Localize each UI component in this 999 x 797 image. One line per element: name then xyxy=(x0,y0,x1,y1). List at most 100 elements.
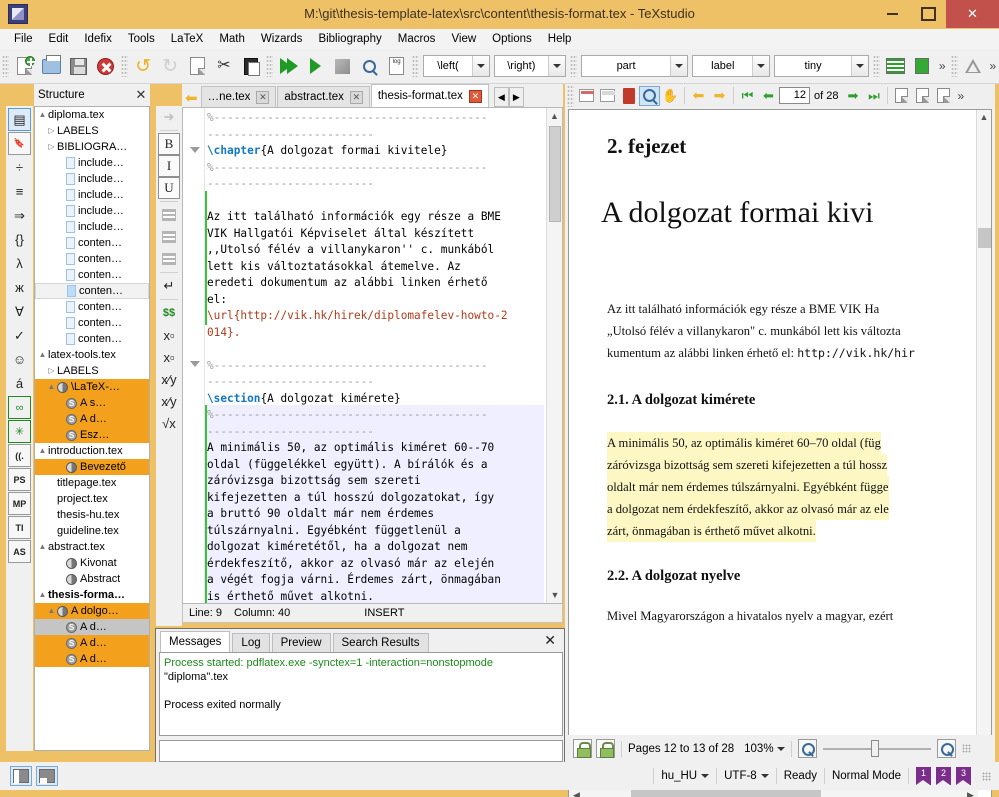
align-center-button[interactable] xyxy=(158,226,180,248)
implies-symbols-icon[interactable]: ⇒ xyxy=(8,204,31,227)
structure-node[interactable]: conten… xyxy=(35,331,149,347)
structure-node[interactable]: conten… xyxy=(35,299,149,315)
tab-preview[interactable]: Preview xyxy=(271,633,331,652)
tab-abstract-tex[interactable]: abstract.tex ✕ xyxy=(277,86,370,107)
zoom-out-button[interactable] xyxy=(797,739,817,758)
twisty-icon[interactable]: ▷ xyxy=(46,123,57,139)
open-external-pdf-button[interactable] xyxy=(618,86,639,106)
structure-node[interactable]: Bevezető xyxy=(35,459,149,475)
twisty-icon[interactable]: ▲ xyxy=(37,539,48,555)
insert-table-button[interactable] xyxy=(882,53,909,80)
paste-button[interactable] xyxy=(237,53,264,80)
language-selector[interactable]: hu_HU xyxy=(654,770,716,782)
bookmark-1-button[interactable]: 1 xyxy=(916,767,931,785)
structure-panel-icon[interactable]: ▤ xyxy=(8,108,31,131)
view-log-button[interactable]: log xyxy=(383,53,410,80)
bookmark-2-button[interactable]: 2 xyxy=(936,767,951,785)
toolbar-grip-6[interactable] xyxy=(872,55,880,77)
newline-button[interactable]: ↵ xyxy=(158,275,180,297)
dfrac-button[interactable]: x⁄y xyxy=(158,390,180,412)
twisty-icon[interactable]: ▲ xyxy=(46,603,57,619)
twisty-icon[interactable]: ▲ xyxy=(37,443,48,459)
maximize-button[interactable] xyxy=(910,0,946,28)
structure-node[interactable]: Abstract xyxy=(35,571,149,587)
structure-node[interactable]: SA d… xyxy=(35,619,149,635)
sync-pdf-to-editor-button[interactable] xyxy=(596,739,615,758)
misc-math-symbols-icon[interactable]: ∀ xyxy=(8,300,31,323)
structure-node[interactable]: guideline.tex xyxy=(35,523,149,539)
bracket-assistant-icon[interactable]: ((. xyxy=(8,444,31,467)
pdf-toolbar-grip[interactable] xyxy=(567,84,574,107)
zoom-in-button[interactable] xyxy=(936,739,956,758)
compile-button[interactable] xyxy=(302,53,329,80)
menu-latex[interactable]: LaTeX xyxy=(163,31,212,47)
redo-button[interactable]: ↻ xyxy=(157,53,184,80)
tikz-panel-icon[interactable]: TI xyxy=(8,516,31,539)
accent-symbols-icon[interactable]: á xyxy=(8,372,31,395)
insert-column-button[interactable] xyxy=(909,53,936,80)
go-back-button[interactable]: ⬅ xyxy=(688,86,709,106)
bookmark-3-button[interactable]: 3 xyxy=(956,767,971,785)
twisty-icon[interactable]: ▷ xyxy=(46,363,57,379)
structure-node[interactable]: conten… xyxy=(35,267,149,283)
arrows-symbols-icon[interactable]: ≡ xyxy=(8,180,31,203)
structure-node[interactable]: ▲ latex-tools.tex xyxy=(35,347,149,363)
toolbar-grip-5[interactable] xyxy=(569,55,577,77)
chevron-down-icon[interactable] xyxy=(471,56,489,76)
pan-tool-button[interactable]: ✋ xyxy=(660,86,681,106)
relation-symbols-icon[interactable]: ÷ xyxy=(8,156,31,179)
delimiters-symbols-icon[interactable]: {} xyxy=(8,228,31,251)
structure-node[interactable]: SA s… xyxy=(35,395,149,411)
editor-text[interactable]: %---------------------------------------… xyxy=(207,110,545,603)
align-left-button[interactable] xyxy=(158,204,180,226)
structure-node[interactable]: conten… xyxy=(35,235,149,251)
section-level-combo[interactable]: part xyxy=(580,55,689,77)
bookmarks-panel-icon[interactable]: 🔖 xyxy=(8,132,31,155)
encoding-selector[interactable]: UTF-8 xyxy=(717,770,776,782)
menu-edit[interactable]: Edit xyxy=(41,31,77,47)
tab-messages[interactable]: Messages xyxy=(160,631,231,652)
fit-page-button[interactable] xyxy=(912,86,933,106)
close-icon[interactable]: ✕ xyxy=(256,90,270,104)
continuous-mode-button[interactable] xyxy=(933,86,954,106)
build-and-view-button[interactable] xyxy=(275,53,302,80)
stop-button[interactable] xyxy=(329,53,356,80)
reference-type-combo[interactable]: label xyxy=(692,55,771,77)
toolbar-grip-7[interactable] xyxy=(950,55,958,77)
structure-node[interactable]: conten… xyxy=(35,283,149,299)
chevron-down-icon[interactable] xyxy=(850,56,868,76)
menu-idefix[interactable]: Idefix xyxy=(76,31,120,47)
menu-math[interactable]: Math xyxy=(211,31,253,47)
code-editor[interactable]: %---------------------------------------… xyxy=(182,107,563,604)
resize-grip[interactable] xyxy=(961,744,971,753)
chevron-down-icon[interactable] xyxy=(752,56,770,76)
toolbar-grip[interactable] xyxy=(2,55,9,77)
menu-help[interactable]: Help xyxy=(540,31,580,47)
menu-options[interactable]: Options xyxy=(484,31,540,47)
menu-view[interactable]: View xyxy=(443,31,484,47)
first-page-button[interactable]: ⏮ xyxy=(737,86,758,106)
twisty-icon[interactable]: ▲ xyxy=(37,347,48,363)
square-root-button[interactable]: √x xyxy=(158,412,180,434)
structure-node[interactable]: ▲ introduction.tex xyxy=(35,443,149,459)
structure-node[interactable]: ▲ diploma.tex xyxy=(35,107,149,123)
fold-arrow-icon[interactable] xyxy=(190,147,200,153)
toggle-structure-view-button[interactable] xyxy=(10,766,32,786)
open-file-button[interactable] xyxy=(38,53,65,80)
structure-node[interactable]: ▷ LABELS xyxy=(35,123,149,139)
twisty-icon[interactable]: ▲ xyxy=(37,107,48,123)
structure-node[interactable]: ▷ LABELS xyxy=(35,363,149,379)
next-page-button[interactable]: ➡ xyxy=(842,86,863,106)
magnify-tool-button[interactable] xyxy=(639,85,660,106)
structure-node[interactable]: ▲ abstract.tex xyxy=(35,539,149,555)
pdf-vertical-scrollbar[interactable]: ▲ ▼ xyxy=(976,110,991,789)
toolbar-overflow-1[interactable]: » xyxy=(936,59,949,73)
chevron-down-icon[interactable] xyxy=(670,56,688,76)
tab-thesis-format-tex[interactable]: thesis-format.tex ✕ xyxy=(370,84,489,107)
close-icon[interactable]: ✕ xyxy=(468,89,482,103)
scroll-up-icon[interactable]: ▲ xyxy=(547,108,562,124)
infinity-favorites-icon[interactable]: ∞ xyxy=(8,396,31,419)
slider-knob[interactable] xyxy=(870,739,879,757)
close-file-button[interactable] xyxy=(92,53,119,80)
prev-page-button[interactable]: ⬅ xyxy=(758,86,779,106)
